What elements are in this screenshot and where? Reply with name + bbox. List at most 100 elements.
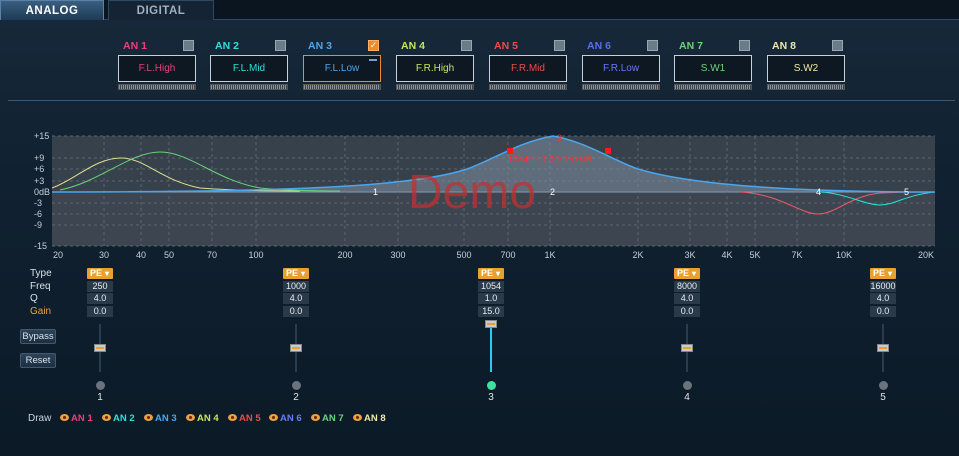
band-number: 2 xyxy=(293,392,299,403)
band-select-dot[interactable] xyxy=(292,381,301,390)
gain-field[interactable]: 0.0 xyxy=(870,305,896,317)
x-tick: 4K xyxy=(721,250,732,260)
x-tick: 70 xyxy=(207,250,217,260)
type-select[interactable]: PE xyxy=(870,268,896,279)
draw-label-an2: AN 2 xyxy=(113,413,135,424)
x-tick: 20 xyxy=(53,250,63,260)
band-3-params: PE 1054 1.0 15.0 xyxy=(478,268,508,317)
eye-icon xyxy=(269,413,278,421)
eye-icon xyxy=(186,413,195,421)
freq-field[interactable]: 16000 xyxy=(870,280,896,292)
y-tick: -15 xyxy=(34,241,47,251)
band-5-params: PE 16000 4.0 0.0 xyxy=(870,268,900,317)
reset-button[interactable]: Reset xyxy=(20,353,56,368)
draw-label-an5: AN 5 xyxy=(239,413,261,424)
type-select[interactable]: PE xyxy=(674,268,700,279)
eye-icon xyxy=(353,413,362,421)
gain-field[interactable]: 0.0 xyxy=(283,305,309,317)
q-field[interactable]: 4.0 xyxy=(283,293,309,304)
active-marker[interactable]: 3 xyxy=(557,133,562,143)
point-label[interactable]: 2 xyxy=(550,187,555,197)
eye-icon xyxy=(228,413,237,421)
draw-toggle-an7[interactable]: AN 7 xyxy=(311,413,344,424)
band-number: 4 xyxy=(684,392,690,403)
type-select[interactable]: PE xyxy=(87,268,113,279)
eye-icon xyxy=(144,413,153,421)
x-tick: 7K xyxy=(791,250,802,260)
eye-icon xyxy=(60,413,69,421)
q-field[interactable]: 4.0 xyxy=(870,293,896,304)
draw-label-an3: AN 3 xyxy=(155,413,177,424)
point-label[interactable]: 5 xyxy=(904,187,909,197)
x-axis: 20 30 40 50 70 100 200 300 500 700 1K 2K… xyxy=(53,250,934,260)
q-field[interactable]: 4.0 xyxy=(674,293,700,304)
band-1-params: PE 250 4.0 0.0 xyxy=(87,268,117,317)
y-tick: -9 xyxy=(34,220,42,230)
draw-toggle-an4[interactable]: AN 4 xyxy=(186,413,219,424)
draw-label: Draw xyxy=(28,413,52,424)
x-tick: 40 xyxy=(136,250,146,260)
gain-slider-thumb[interactable] xyxy=(290,344,302,352)
gain-slider-3[interactable] xyxy=(490,324,492,372)
q-handle-right[interactable] xyxy=(605,148,611,154)
eye-icon xyxy=(102,413,111,421)
draw-label-an4: AN 4 xyxy=(197,413,219,424)
band-select-dot-active[interactable] xyxy=(487,381,496,390)
y-tick: +6 xyxy=(34,164,44,174)
x-tick: 1K xyxy=(544,250,555,260)
x-tick: 50 xyxy=(164,250,174,260)
band-number: 1 xyxy=(97,392,103,403)
band-2-params: PE 1000 4.0 0.0 xyxy=(283,268,313,317)
type-label: Type xyxy=(30,268,52,279)
draw-label-an6: AN 6 xyxy=(280,413,302,424)
gain-slider-thumb[interactable] xyxy=(681,344,693,352)
gain-slider-thumb[interactable] xyxy=(485,320,497,328)
x-tick: 200 xyxy=(337,250,352,260)
q-label: Q xyxy=(30,293,38,304)
x-tick: 3K xyxy=(684,250,695,260)
band-select-dot[interactable] xyxy=(683,381,692,390)
x-tick: 300 xyxy=(390,250,405,260)
freq-field[interactable]: 8000 xyxy=(674,280,700,292)
y-tick: -6 xyxy=(34,209,42,219)
draw-toggle-an1[interactable]: AN 1 xyxy=(60,413,93,424)
draw-toggle-an2[interactable]: AN 2 xyxy=(102,413,135,424)
bypass-button[interactable]: Bypass xyxy=(20,329,56,344)
band-4-params: PE 8000 4.0 0.0 xyxy=(674,268,704,317)
freq-field[interactable]: 250 xyxy=(87,280,113,292)
freq-field[interactable]: 1054 xyxy=(478,280,504,292)
y-tick: 0dB xyxy=(34,187,50,197)
gain-slider-thumb[interactable] xyxy=(877,344,889,352)
q-field[interactable]: 1.0 xyxy=(478,293,504,304)
x-tick: 700 xyxy=(500,250,515,260)
demo-watermark: Demo xyxy=(408,166,536,219)
gain-field[interactable]: 15.0 xyxy=(478,305,504,317)
point-label[interactable]: 1 xyxy=(373,187,378,197)
q-handle-left[interactable] xyxy=(507,148,513,154)
gain-field[interactable]: 0.0 xyxy=(87,305,113,317)
q-field[interactable]: 4.0 xyxy=(87,293,113,304)
gain-slider-thumb[interactable] xyxy=(94,344,106,352)
band-select-dot[interactable] xyxy=(879,381,888,390)
type-select[interactable]: PE xyxy=(478,268,504,279)
freq-field[interactable]: 1000 xyxy=(283,280,309,292)
draw-toggle-an8[interactable]: AN 8 xyxy=(353,413,386,424)
draw-label-an7: AN 7 xyxy=(322,413,344,424)
band-select-dot[interactable] xyxy=(96,381,105,390)
y-axis: +15 +9 +6 +3 0dB -3 -6 -9 -15 xyxy=(34,131,50,251)
x-tick: 5K xyxy=(749,250,760,260)
draw-toggle-an3[interactable]: AN 3 xyxy=(144,413,177,424)
eq-window: ANALOG DIGITAL AN 1 F.L.High AN 2 F.L.Mi… xyxy=(0,0,959,456)
y-tick: +15 xyxy=(34,131,49,141)
eye-icon xyxy=(311,413,320,421)
type-select[interactable]: PE xyxy=(283,268,309,279)
x-tick: 2K xyxy=(632,250,643,260)
band-number: 5 xyxy=(880,392,886,403)
draw-label-an8: AN 8 xyxy=(364,413,386,424)
point-label[interactable]: 4 xyxy=(816,187,821,197)
freq-label: Freq xyxy=(30,280,51,292)
eq-graph[interactable]: +15 +9 +6 +3 0dB -3 -6 -9 -15 20 30 40 5… xyxy=(0,0,959,270)
gain-field[interactable]: 0.0 xyxy=(674,305,700,317)
draw-toggle-an5[interactable]: AN 5 xyxy=(228,413,261,424)
draw-toggle-an6[interactable]: AN 6 xyxy=(269,413,302,424)
